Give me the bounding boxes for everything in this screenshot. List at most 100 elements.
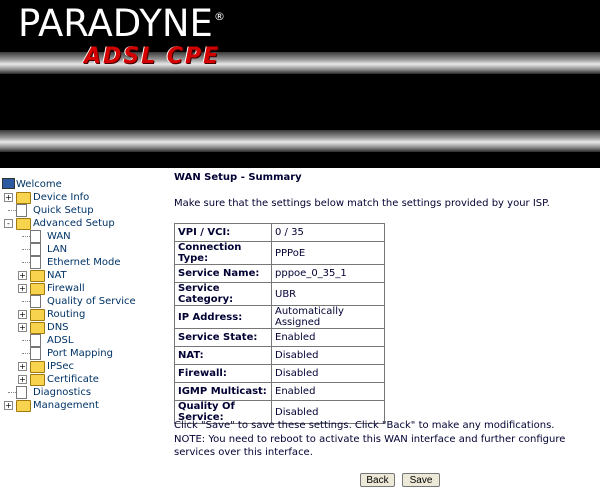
nav-item-device-info[interactable]: + Device Info: [0, 191, 170, 204]
reboot-note: NOTE: You need to reboot to activate thi…: [174, 434, 566, 458]
nav-item-label: Quality of Service: [47, 296, 136, 307]
folder-icon: [30, 374, 45, 386]
header-banner: PARADYNE ® ADSL CPE: [0, 0, 600, 168]
summary-row: IGMP Multicast: Enabled: [174, 382, 385, 401]
document-icon: [30, 334, 41, 347]
page-title: WAN Setup - Summary: [174, 172, 302, 183]
document-icon: [30, 243, 41, 256]
nav-item-quick-setup[interactable]: Quick Setup: [0, 204, 170, 217]
summary-key: Firewall:: [174, 364, 272, 383]
summary-row: Service Category: UBR: [174, 282, 385, 306]
document-icon: [30, 256, 41, 269]
summary-row: IP Address: Automatically Assigned: [174, 305, 385, 329]
nav-item-quality-of-service[interactable]: Quality of Service: [0, 295, 170, 308]
expand-icon[interactable]: +: [18, 271, 27, 280]
back-button[interactable]: Back: [360, 473, 395, 487]
summary-row: VPI / VCI: 0 / 35: [174, 223, 385, 242]
nav-item-label: Diagnostics: [33, 387, 92, 398]
folder-icon: [16, 400, 31, 412]
document-icon: [30, 295, 41, 308]
nav-item-routing[interactable]: + Routing: [0, 308, 170, 321]
nav-item-certificate[interactable]: + Certificate: [0, 373, 170, 386]
summary-value: Disabled: [271, 364, 385, 383]
summary-value: Enabled: [271, 328, 385, 347]
nav-item-management[interactable]: + Management: [0, 399, 170, 412]
nav-item-label: Welcome: [16, 179, 62, 190]
nav-item-dns[interactable]: + DNS: [0, 321, 170, 334]
summary-value: 0 / 35: [271, 223, 385, 242]
summary-key: Service Name:: [174, 264, 272, 283]
nav-item-label: Advanced Setup: [33, 218, 115, 229]
expand-icon[interactable]: +: [18, 284, 27, 293]
nav-item-label: Device Info: [33, 192, 90, 203]
summary-row: Service Name: pppoe_0_35_1: [174, 264, 385, 283]
nav-item-label: ADSL: [47, 335, 74, 346]
summary-key: NAT:: [174, 346, 272, 365]
tree-connector: [22, 236, 30, 237]
summary-key: Service Category:: [174, 282, 272, 306]
intro-text: Make sure that the settings below match …: [174, 198, 550, 209]
folder-icon: [30, 322, 45, 334]
summary-value: PPPoE: [271, 241, 385, 265]
monitor-icon: [2, 178, 15, 189]
save-button[interactable]: Save: [402, 473, 440, 487]
summary-table: VPI / VCI: 0 / 35 Connection Type: PPPoE Ser…: [174, 223, 385, 424]
document-icon: [16, 204, 27, 217]
summary-row: Connection Type: PPPoE: [174, 241, 385, 265]
nav-item-firewall[interactable]: + Firewall: [0, 282, 170, 295]
nav-item-ethernet-mode[interactable]: Ethernet Mode: [0, 256, 170, 269]
folder-icon: [30, 270, 45, 282]
nav-item-ipsec[interactable]: + IPSec: [0, 360, 170, 373]
nav-tree: Welcome + Device Info Quick Setup - Advanced …: [0, 178, 170, 412]
expand-icon[interactable]: +: [18, 323, 27, 332]
nav-item-label: Quick Setup: [33, 205, 94, 216]
tree-connector: [22, 262, 30, 263]
nav-item-label: Firewall: [47, 283, 85, 294]
summary-row: Service State: Enabled: [174, 328, 385, 347]
summary-row: NAT: Disabled: [174, 346, 385, 365]
summary-key: Service State:: [174, 328, 272, 347]
document-icon: [16, 386, 27, 399]
expand-icon[interactable]: +: [18, 375, 27, 384]
nav-item-nat[interactable]: + NAT: [0, 269, 170, 282]
tree-connector: [22, 249, 30, 250]
summary-key: IGMP Multicast:: [174, 382, 272, 401]
chrome-band-bottom: [0, 130, 600, 152]
nav-item-label: Certificate: [47, 374, 99, 385]
nav-item-welcome[interactable]: Welcome: [0, 178, 170, 191]
tree-connector: [22, 301, 30, 302]
folder-icon: [30, 361, 45, 373]
expand-icon[interactable]: +: [18, 310, 27, 319]
nav-item-label: Management: [33, 400, 99, 411]
nav-item-advanced-setup[interactable]: - Advanced Setup: [0, 217, 170, 230]
nav-item-label: LAN: [47, 244, 68, 255]
expand-icon[interactable]: +: [18, 362, 27, 371]
tree-connector: [8, 392, 16, 393]
summary-value: Disabled: [271, 346, 385, 365]
expand-icon[interactable]: +: [4, 193, 13, 202]
summary-value: pppoe_0_35_1: [271, 264, 385, 283]
folder-icon: [16, 192, 31, 204]
nav-item-lan[interactable]: LAN: [0, 243, 170, 256]
nav-item-label: NAT: [47, 270, 67, 281]
nav-item-wan[interactable]: WAN: [0, 230, 170, 243]
nav-item-label: Ethernet Mode: [47, 257, 121, 268]
summary-row: Firewall: Disabled: [174, 364, 385, 383]
folder-icon: [30, 309, 45, 321]
registered-mark: ®: [214, 10, 225, 23]
nav-item-port-mapping[interactable]: Port Mapping: [0, 347, 170, 360]
nav-item-adsl[interactable]: ADSL: [0, 334, 170, 347]
collapse-icon[interactable]: -: [4, 219, 13, 228]
summary-key: VPI / VCI:: [174, 223, 272, 242]
nav-item-diagnostics[interactable]: Diagnostics: [0, 386, 170, 399]
brand-logo: PARADYNE: [18, 2, 213, 45]
expand-icon[interactable]: +: [4, 401, 13, 410]
tree-connector: [8, 210, 16, 211]
nav-item-label: Port Mapping: [47, 348, 113, 359]
document-icon: [30, 230, 41, 243]
nav-item-label: WAN: [47, 231, 71, 242]
summary-key: Connection Type:: [174, 241, 272, 265]
folder-open-icon: [16, 218, 31, 230]
summary-key: IP Address:: [174, 305, 272, 329]
summary-value: Automatically Assigned: [271, 305, 385, 329]
